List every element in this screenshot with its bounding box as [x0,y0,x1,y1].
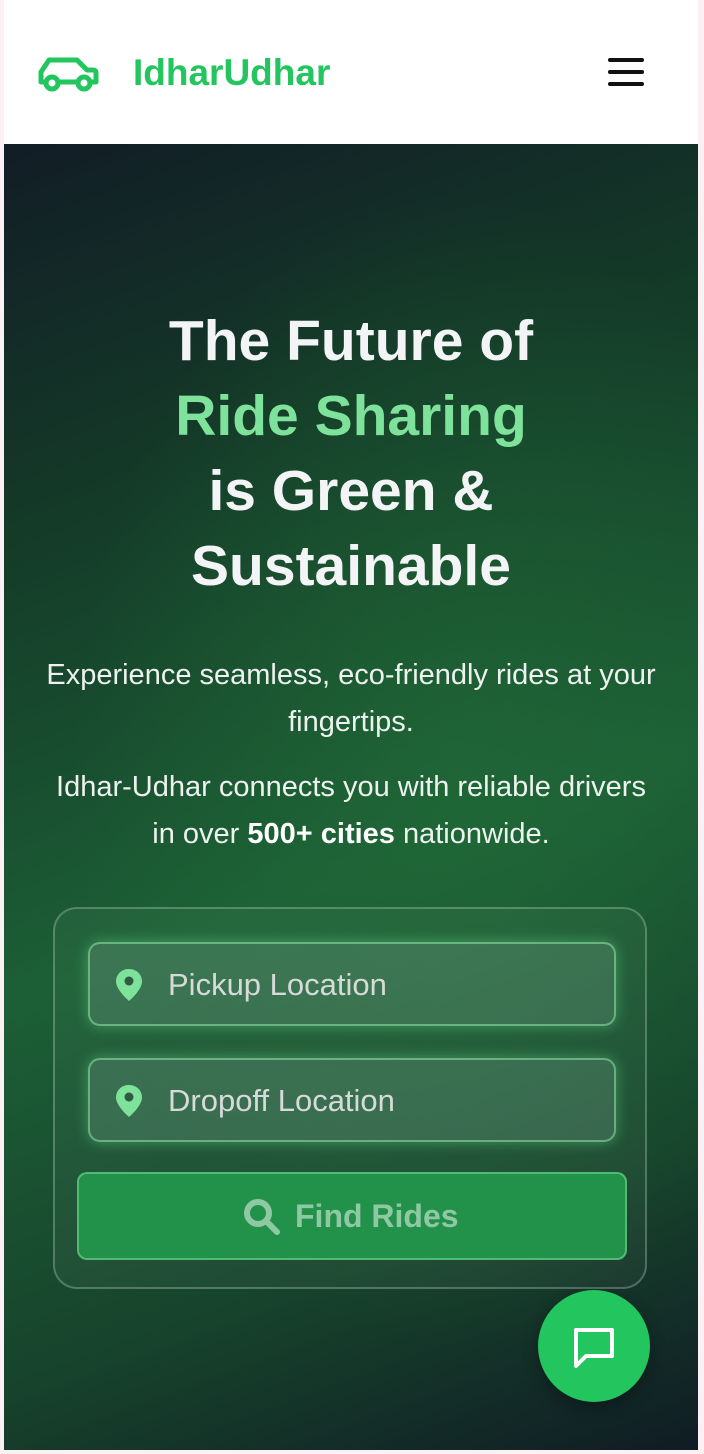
pickup-location-input[interactable] [166,944,600,1026]
menu-bar [608,70,644,74]
hero-section: The Future of Ride Sharing is Green & Su… [4,144,698,1450]
find-rides-button[interactable]: Find Rides [77,1172,627,1260]
hero-title-accent: Ride Sharing [175,384,527,448]
hero-title-line: The Future of [168,309,534,373]
dropoff-field[interactable] [88,1058,616,1142]
hero-title-line: is Green & [208,459,494,523]
hero-subtitle: Experience seamless, eco-friendly rides … [46,659,656,738]
car-icon[interactable] [37,52,99,94]
map-pin-icon [116,1085,142,1117]
hero-description-suffix: nationwide. [394,818,550,850]
hero-title: The Future of Ride Sharing is Green & Su… [44,304,658,604]
hamburger-menu-icon[interactable] [602,50,650,94]
dropoff-location-input[interactable] [166,1060,600,1142]
page: IdharUdhar The Future of Ride Sharing is… [4,0,698,1450]
menu-bar [608,82,644,86]
menu-bar [608,58,644,62]
top-navbar: IdharUdhar [4,0,698,144]
chat-bubble-icon [574,1328,614,1368]
hero-description: Idhar-Udhar connects you with reliable d… [44,764,658,858]
brand-name[interactable]: IdharUdhar [133,50,330,96]
search-icon [244,1199,280,1235]
pickup-field[interactable] [88,942,616,1026]
cities-count: 500+ cities [247,818,395,850]
find-rides-label: Find Rides [295,1198,459,1234]
hero-title-line: Sustainable [191,534,511,598]
ride-search-card: Find Rides [53,907,647,1289]
map-pin-icon [116,969,142,1001]
chat-button[interactable] [538,1290,650,1402]
